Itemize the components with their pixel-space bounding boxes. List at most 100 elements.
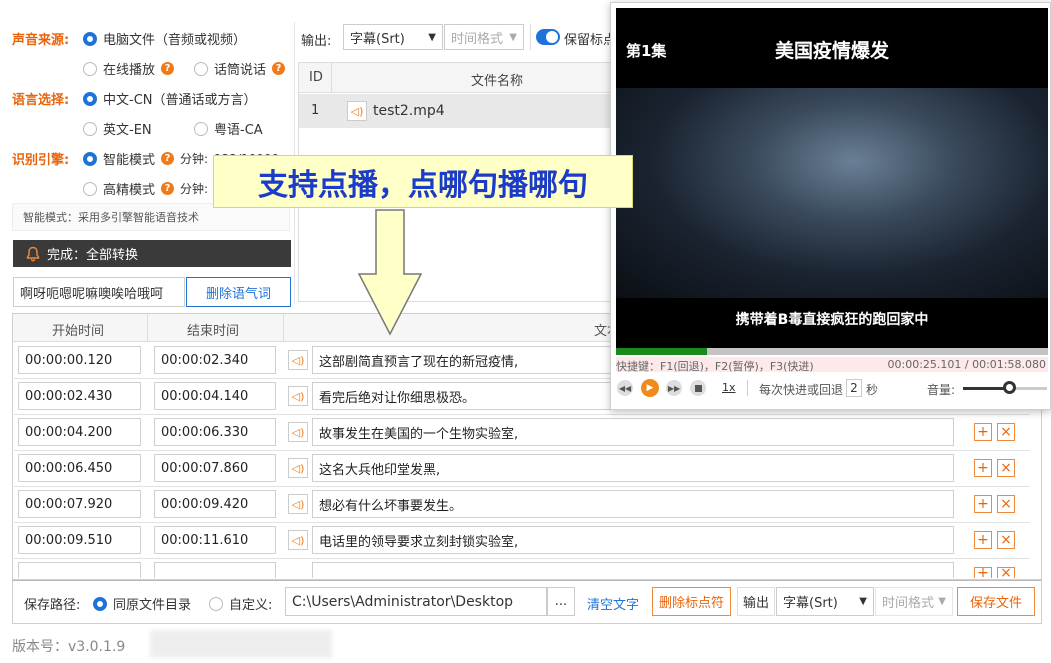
volume-knob[interactable] (1003, 381, 1017, 394)
subtitle-text-input[interactable]: 这名大兵他印堂发黑, (312, 454, 954, 482)
end-time-input-partial[interactable] (154, 562, 276, 578)
clear-text-link[interactable]: 清空文字 (587, 594, 639, 613)
radio-checked-icon (83, 31, 97, 46)
play-icon[interactable]: ▶ (641, 379, 659, 397)
delete-row-icon[interactable]: × (997, 531, 1015, 549)
time-readout: 00:00:25.101 / 00:01:58.080 (887, 358, 1047, 371)
save-file-button[interactable]: 保存文件 (957, 587, 1035, 616)
video-scene (616, 88, 1048, 298)
language-label: 语言选择: (12, 93, 70, 108)
time-format-select[interactable]: 时间格式 ▼ (444, 24, 524, 50)
source-option-file[interactable]: 电脑文件（音频或视频） (83, 29, 246, 48)
source-option-online[interactable]: 在线播放? (83, 59, 175, 78)
browse-button[interactable]: ... (547, 587, 575, 616)
filler-words-input[interactable]: 啊呀呃嗯呢嘛噢唉哈哦呵 (13, 277, 185, 307)
bell-icon (26, 246, 40, 261)
radio-checked-icon (83, 91, 97, 106)
delete-filler-button[interactable]: 删除语气词 (186, 277, 291, 307)
save-path-input[interactable]: C:\Users\Administrator\Desktop (285, 587, 547, 616)
play-line-icon[interactable]: ◁) (288, 530, 308, 550)
start-time-input[interactable]: 00:00:07.920 (18, 490, 141, 518)
file-row[interactable]: 1 ◁) test2.mp4 (299, 94, 613, 128)
blurred-area (150, 630, 332, 658)
language-option-cn[interactable]: 中文-CN（普通话或方言） (83, 89, 257, 108)
video-title: 美国疫情爆发 (774, 40, 889, 62)
subtitle-text-input[interactable]: 想必有什么坏事要发生。 (312, 490, 954, 518)
start-time-input[interactable]: 00:00:04.200 (18, 418, 141, 446)
start-time-input[interactable]: 00:00:02.430 (18, 382, 141, 410)
save-custom-option[interactable]: 自定义: (209, 594, 272, 613)
help-icon[interactable]: ? (161, 152, 175, 165)
video-player-window: 第1集 美国疫情爆发 携带着B毒直接疯狂的跑回家中 快捷键：F1(回退)，F2(… (610, 2, 1051, 410)
time-format-select-bottom[interactable]: 时间格式 ▼ (875, 587, 953, 616)
delete-row-icon[interactable]: × (997, 495, 1015, 513)
end-time-input[interactable]: 00:00:04.140 (154, 382, 276, 410)
delete-row-icon[interactable]: × (997, 567, 1015, 578)
help-icon[interactable]: ? (161, 182, 175, 195)
end-time-input[interactable]: 00:00:07.860 (154, 454, 276, 482)
radio-icon (83, 61, 97, 76)
radio-checked-icon (93, 596, 107, 611)
output-label: 输出: (301, 34, 332, 49)
end-time-input[interactable]: 00:00:06.330 (154, 418, 276, 446)
delete-row-icon[interactable]: × (997, 459, 1015, 477)
play-line-icon[interactable]: ◁) (288, 458, 308, 478)
start-time-input-partial[interactable] (18, 562, 141, 578)
save-same-dir-option[interactable]: 同原文件目录 (93, 594, 191, 613)
volume-label: 音量: (927, 383, 956, 397)
volume-slider[interactable] (963, 381, 1047, 394)
start-time-input[interactable]: 00:00:09.510 (18, 526, 141, 554)
add-row-icon[interactable]: + (974, 495, 992, 513)
start-time-input[interactable]: 00:00:06.450 (18, 454, 141, 482)
video-subtitle: 携带着B毒直接疯狂的跑回家中 (735, 312, 929, 328)
language-option-en[interactable]: 英文-EN (83, 119, 152, 138)
play-line-icon[interactable]: ◁) (288, 494, 308, 514)
callout-banner: 支持点播，点哪句播哪句 (213, 155, 633, 208)
engine-option-precise[interactable]: 高精模式? 分钟: (83, 179, 208, 198)
help-icon[interactable]: ? (272, 62, 286, 75)
minutes-label: 分钟: (180, 182, 209, 196)
fast-forward-icon[interactable]: ▶▶ (666, 380, 682, 396)
delete-punct-button[interactable]: 删除标点符 (652, 587, 731, 616)
radio-icon (194, 121, 208, 136)
subtitle-text-input[interactable]: 故事发生在美国的一个生物实验室, (312, 418, 954, 446)
file-header-name: 文件名称 (471, 74, 524, 89)
header-end-time: 结束时间 (187, 324, 240, 339)
output-format-select[interactable]: 字幕(Srt) ▼ (343, 24, 443, 50)
start-time-input[interactable]: 00:00:00.120 (18, 346, 141, 374)
status-bar: 完成：全部转换 (13, 240, 291, 267)
radio-icon (83, 181, 97, 196)
add-row-icon[interactable]: + (974, 459, 992, 477)
source-label: 声音来源: (12, 33, 70, 48)
help-icon[interactable]: ? (161, 62, 175, 75)
delete-row-icon[interactable]: × (997, 423, 1015, 441)
subtitle-text-input[interactable]: 电话里的领导要求立刻封锁实验室, (312, 526, 954, 554)
add-row-icon[interactable]: + (974, 423, 992, 441)
caret-down-icon: ▼ (938, 596, 946, 607)
rewind-icon[interactable]: ◀◀ (617, 380, 633, 396)
version-label: 版本号：v3.0.1.9 (12, 639, 126, 655)
play-line-icon[interactable]: ◁) (288, 386, 308, 406)
stop-icon[interactable] (690, 380, 706, 396)
language-option-ca[interactable]: 粤语-CA (194, 119, 263, 138)
skip-seconds-input[interactable]: 2 (846, 379, 862, 397)
output-format-select-bottom[interactable]: 字幕(Srt) ▼ (776, 587, 874, 616)
end-time-input[interactable]: 00:00:02.340 (154, 346, 276, 374)
add-row-icon[interactable]: + (974, 531, 992, 549)
keep-punct-toggle[interactable] (536, 29, 560, 45)
output-label-bottom: 输出 (737, 587, 775, 616)
end-time-input[interactable]: 00:00:11.610 (154, 526, 276, 554)
caret-down-icon: ▼ (428, 31, 436, 43)
video-frame[interactable]: 第1集 美国疫情爆发 携带着B毒直接疯狂的跑回家中 (616, 8, 1048, 348)
add-row-icon[interactable]: + (974, 567, 992, 578)
speed-button[interactable]: 1x (722, 381, 736, 394)
play-line-icon[interactable]: ◁) (288, 422, 308, 442)
subtitle-text-input-partial[interactable] (312, 562, 954, 578)
progress-track[interactable] (616, 348, 1048, 355)
down-arrow-icon (357, 209, 423, 336)
file-header-id: ID (309, 70, 323, 85)
source-option-mic[interactable]: 话筒说话? (194, 59, 286, 78)
play-line-icon[interactable]: ◁) (288, 350, 308, 370)
end-time-input[interactable]: 00:00:09.420 (154, 490, 276, 518)
skip-label: 每次快进或回退 (759, 383, 844, 397)
